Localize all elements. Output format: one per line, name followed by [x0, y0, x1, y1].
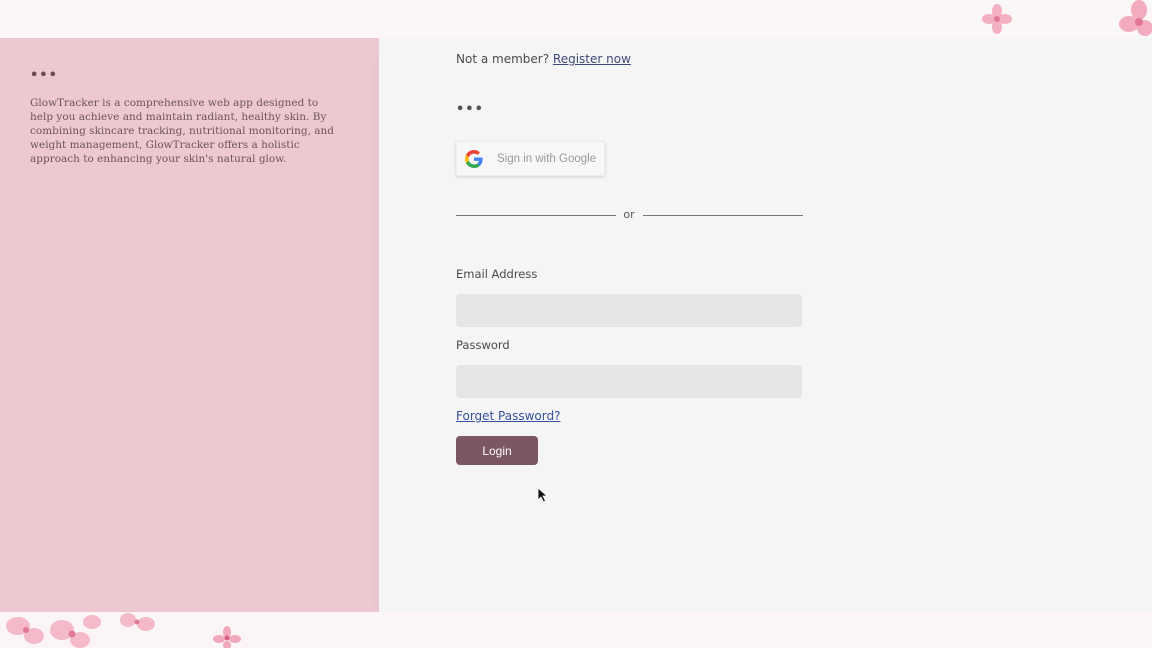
divider-line-left	[456, 215, 616, 216]
email-field[interactable]	[456, 294, 802, 327]
register-link[interactable]: Register now	[553, 52, 631, 66]
login-dots: •••	[456, 102, 484, 117]
forget-password-link[interactable]: Forget Password?	[456, 409, 560, 423]
app-description-panel: ••• GlowTracker is a comprehensive web a…	[0, 38, 379, 612]
password-label: Password	[456, 338, 510, 352]
password-field[interactable]	[456, 365, 802, 398]
top-decor-band	[0, 0, 1152, 38]
mouse-pointer-icon	[537, 487, 549, 503]
google-sign-in-button[interactable]: Sign in with Google	[456, 141, 605, 176]
bottom-decor-band	[0, 612, 1152, 648]
login-button[interactable]: Login	[456, 436, 538, 465]
app-description: GlowTracker is a comprehensive web app d…	[30, 97, 334, 165]
divider-text: or	[623, 208, 635, 221]
member-prompt-text: Not a member?	[456, 52, 550, 66]
google-button-label: Sign in with Google	[497, 152, 597, 165]
register-prompt: Not a member? Register now	[456, 52, 631, 66]
google-g-icon	[465, 149, 483, 168]
brand-dots: •••	[30, 68, 58, 83]
cherry-blossom-icon	[6, 613, 155, 648]
cherry-blossom-icon	[213, 626, 241, 648]
email-label: Email Address	[456, 267, 538, 281]
cherry-blossom-icon	[1119, 0, 1152, 36]
cherry-blossom-icon	[982, 4, 1012, 34]
divider-line-right	[643, 215, 803, 216]
